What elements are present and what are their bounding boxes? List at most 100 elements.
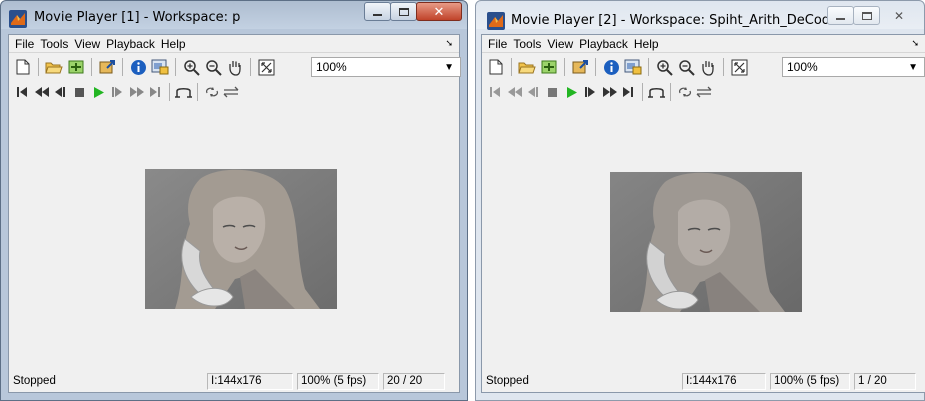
player-client-area: File Tools View Playback Help ➘ 100% ▼ S…	[8, 34, 461, 393]
import-icon[interactable]	[65, 56, 87, 78]
video-viewport	[9, 105, 459, 366]
menu-file[interactable]: File	[12, 37, 37, 51]
zoom-dropdown[interactable]: 100% ▼	[782, 57, 925, 77]
movie-player-window-1: Movie Player [1] - Workspace: p ✕ File T…	[0, 0, 468, 401]
toolbar-separator	[175, 58, 176, 76]
step-back-icon[interactable]	[524, 83, 543, 101]
new-file-icon[interactable]	[485, 56, 507, 78]
playback-toolbar	[482, 82, 925, 102]
import-icon[interactable]	[538, 56, 560, 78]
toolbar-separator	[648, 58, 649, 76]
last-frame-icon[interactable]	[146, 83, 165, 101]
menu-help[interactable]: Help	[158, 37, 189, 51]
pan-hand-icon[interactable]	[697, 56, 719, 78]
first-frame-icon[interactable]	[486, 83, 505, 101]
menu-tools[interactable]: Tools	[37, 37, 71, 51]
stop-icon[interactable]	[543, 83, 562, 101]
zoom-value: 100%	[316, 60, 347, 74]
toolbar-separator	[169, 83, 170, 101]
minimize-button[interactable]	[364, 2, 391, 21]
toolbar-separator	[642, 83, 643, 101]
rewind-icon[interactable]	[32, 83, 51, 101]
fit-view-icon[interactable]	[255, 56, 277, 78]
step-forward-icon[interactable]	[108, 83, 127, 101]
window-title: Movie Player [2] - Workspace: Spiht_Arit…	[511, 13, 839, 28]
menu-playback[interactable]: Playback	[576, 37, 631, 51]
matlab-icon	[9, 10, 27, 28]
playback-mode-icon[interactable]	[694, 83, 713, 101]
maximize-icon	[398, 7, 409, 16]
toolbar-separator	[595, 58, 596, 76]
fast-forward-icon[interactable]	[600, 83, 619, 101]
maximize-button[interactable]	[390, 2, 417, 21]
window-title: Movie Player [1] - Workspace: p	[34, 10, 241, 25]
step-forward-icon[interactable]	[581, 83, 600, 101]
menu-bar: File Tools View Playback Help ➘	[482, 35, 925, 53]
rewind-icon[interactable]	[505, 83, 524, 101]
export-icon[interactable]	[569, 56, 591, 78]
play-icon[interactable]	[562, 83, 581, 101]
zoom-out-icon[interactable]	[675, 56, 697, 78]
menu-file[interactable]: File	[485, 37, 510, 51]
image-size-field: I:144x176	[682, 373, 766, 390]
loop-icon[interactable]	[202, 83, 221, 101]
title-bar[interactable]: Movie Player [1] - Workspace: p ✕	[0, 0, 468, 34]
minimize-button[interactable]	[827, 6, 854, 25]
zoom-value: 100%	[787, 60, 818, 74]
new-file-icon[interactable]	[12, 56, 34, 78]
menu-overflow-icon[interactable]: ➘	[911, 38, 919, 49]
menu-playback[interactable]: Playback	[103, 37, 158, 51]
menu-view[interactable]: View	[544, 37, 576, 51]
toolbar-separator	[122, 58, 123, 76]
caption-buttons: ✕	[827, 6, 919, 25]
status-bar: Stopped I:144x176 100% (5 fps) 1 / 20	[482, 370, 925, 392]
zoom-in-icon[interactable]	[180, 56, 202, 78]
frame-rate-field: 100% (5 fps)	[770, 373, 850, 390]
caption-buttons: ✕	[364, 2, 462, 21]
toolbar-separator	[511, 58, 512, 76]
player-client-area: File Tools View Playback Help ➘ 100% ▼ S…	[481, 34, 925, 393]
jump-to-icon[interactable]	[174, 83, 193, 101]
frame-counter-field: 20 / 20	[383, 373, 445, 390]
chevron-down-icon: ▼	[444, 62, 454, 73]
last-frame-icon[interactable]	[619, 83, 638, 101]
title-bar[interactable]: Movie Player [2] - Workspace: Spiht_Arit…	[475, 0, 925, 34]
menu-tools[interactable]: Tools	[510, 37, 544, 51]
zoom-in-icon[interactable]	[653, 56, 675, 78]
matlab-icon	[487, 12, 505, 30]
menu-view[interactable]: View	[71, 37, 103, 51]
jump-to-icon[interactable]	[647, 83, 666, 101]
colormap-icon[interactable]	[622, 56, 644, 78]
open-folder-icon[interactable]	[43, 56, 65, 78]
movie-player-window-2: Movie Player [2] - Workspace: Spiht_Arit…	[475, 0, 925, 401]
image-size-field: I:144x176	[207, 373, 293, 390]
fast-forward-icon[interactable]	[127, 83, 146, 101]
colormap-icon[interactable]	[149, 56, 171, 78]
toolbar-separator	[197, 83, 198, 101]
close-button[interactable]: ✕	[416, 2, 462, 21]
status-text: Stopped	[13, 375, 56, 387]
close-icon: ✕	[893, 8, 905, 23]
frame-counter-field: 1 / 20	[854, 373, 916, 390]
pan-hand-icon[interactable]	[224, 56, 246, 78]
loop-icon[interactable]	[675, 83, 694, 101]
export-icon[interactable]	[96, 56, 118, 78]
close-button[interactable]: ✕	[879, 6, 919, 25]
menu-help[interactable]: Help	[631, 37, 662, 51]
info-icon[interactable]	[127, 56, 149, 78]
zoom-out-icon[interactable]	[202, 56, 224, 78]
playback-mode-icon[interactable]	[221, 83, 240, 101]
toolbar-separator	[38, 58, 39, 76]
step-back-icon[interactable]	[51, 83, 70, 101]
info-icon[interactable]	[600, 56, 622, 78]
maximize-icon	[861, 11, 872, 20]
maximize-button[interactable]	[853, 6, 880, 25]
fit-view-icon[interactable]	[728, 56, 750, 78]
menu-bar: File Tools View Playback Help ➘	[9, 35, 459, 53]
menu-overflow-icon[interactable]: ➘	[445, 38, 453, 49]
first-frame-icon[interactable]	[13, 83, 32, 101]
zoom-dropdown[interactable]: 100% ▼	[311, 57, 461, 77]
open-folder-icon[interactable]	[516, 56, 538, 78]
play-icon[interactable]	[89, 83, 108, 101]
stop-icon[interactable]	[70, 83, 89, 101]
